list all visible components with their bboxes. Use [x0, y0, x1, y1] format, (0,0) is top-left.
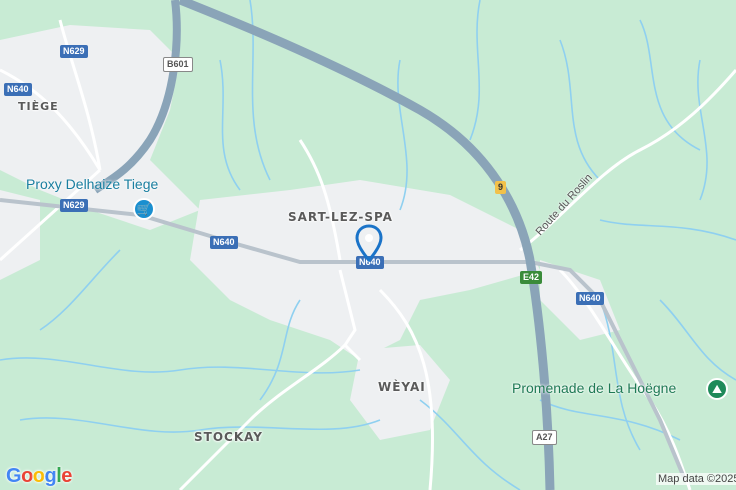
poi-label-delhaize[interactable]: Proxy Delhaize Tiege [26, 176, 158, 192]
place-label-weyai: WÈYAI [378, 380, 426, 394]
road-shield-n629-top: N629 [60, 45, 88, 58]
place-label-tiege: TIÈGE [18, 100, 59, 113]
road-shield-a27: A27 [532, 430, 557, 445]
road-shield-n629-mid: N629 [60, 199, 88, 212]
road-shield-n640-left: N640 [4, 83, 32, 96]
shopping-cart-icon[interactable]: 🛒 [133, 198, 155, 220]
map-attribution[interactable]: Map data ©2025 [656, 473, 736, 485]
map-view[interactable]: TIÈGE SART-LEZ-SPA WÈYAI STOCKAY Proxy D… [0, 0, 736, 490]
road-shield-9: 9 [495, 181, 507, 194]
road-shield-b601: B601 [163, 57, 193, 72]
road-shield-e42: E42 [520, 271, 543, 284]
place-label-sart-lez-spa: SART-LEZ-SPA [288, 210, 393, 224]
hiking-icon[interactable]: ⛰ [706, 378, 728, 400]
poi-label-hoegne[interactable]: Promenade de La Hoëgne [512, 380, 676, 396]
map-pin-icon[interactable] [355, 224, 383, 264]
road-shield-n640-mid: N640 [210, 236, 238, 249]
road-shield-n640-right: N640 [576, 292, 604, 305]
google-logo: Google [6, 465, 72, 487]
place-label-stockay: STOCKAY [194, 430, 263, 444]
